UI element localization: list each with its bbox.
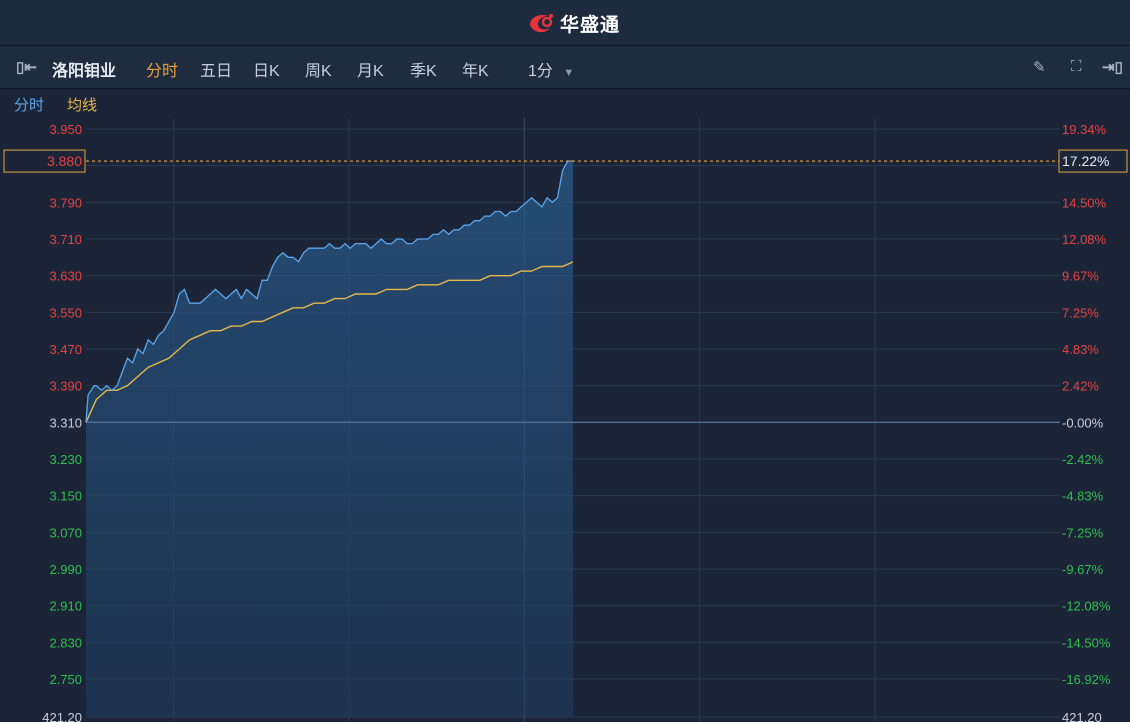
toolbar: ▯⇤ 洛阳钼业 分时 五日 日K 周K 月K 季K 年K 1分 ▼ ✎ ⛶ ⇥▯ bbox=[0, 46, 1130, 89]
tab-intraday[interactable]: 分时 bbox=[146, 57, 178, 81]
right-tick-label: -0.00% bbox=[1062, 415, 1104, 430]
right-tick-label: -2.42% bbox=[1062, 452, 1104, 467]
tab-weekly-k[interactable]: 周K bbox=[305, 57, 332, 81]
huashengtong-logo-icon bbox=[530, 14, 553, 33]
tab-quarterly-k[interactable]: 季K bbox=[410, 57, 437, 81]
price-line-label: 分时 bbox=[14, 97, 45, 114]
current-price-value: 3.880 bbox=[47, 153, 82, 169]
left-tick-label: 3.470 bbox=[49, 342, 82, 357]
chevron-down-icon: ▼ bbox=[563, 67, 575, 79]
left-tick-label: 2.830 bbox=[49, 635, 82, 650]
brand: 华盛通 bbox=[526, 9, 620, 37]
left-tick-label: 3.230 bbox=[49, 452, 82, 467]
right-tick-label: 2.42% bbox=[1062, 379, 1099, 394]
right-tick-label: 421.20 bbox=[1062, 710, 1102, 722]
left-tick-label: 3.150 bbox=[49, 489, 82, 504]
intraday-chart[interactable]: 3.950 3.790 3.710 3.630 3.550 3.470 3.390 3.310… bbox=[0, 118, 1130, 722]
right-tick-label: 19.34% bbox=[1062, 122, 1107, 137]
right-tick-label: 4.83% bbox=[1062, 342, 1099, 357]
right-tick-label: 9.67% bbox=[1062, 269, 1099, 284]
right-percent-axis: 19.34% 14.50% 12.08% 9.67% 7.25% 4.83% 2.42% -0… bbox=[1062, 122, 1111, 722]
right-tick-label: -16.92% bbox=[1062, 672, 1111, 687]
left-tick-label: 3.550 bbox=[49, 305, 82, 320]
collapse-panel-icon[interactable]: ▯⇤ bbox=[16, 58, 37, 76]
current-change-value: 17.22% bbox=[1062, 153, 1109, 169]
right-tick-label: -12.08% bbox=[1062, 599, 1111, 614]
interval-select[interactable]: 1分 ▼ bbox=[528, 57, 574, 81]
left-tick-label: 2.910 bbox=[49, 599, 82, 614]
left-tick-label: 3.790 bbox=[49, 195, 82, 210]
left-tick-label: 421.20 bbox=[42, 710, 82, 722]
right-tick-label: -7.25% bbox=[1062, 525, 1104, 540]
right-tick-label: 14.50% bbox=[1062, 195, 1107, 210]
right-tick-label: -9.67% bbox=[1062, 562, 1104, 577]
title-bar: 华盛通 bbox=[0, 0, 1130, 46]
right-tick-label: 12.08% bbox=[1062, 232, 1107, 247]
right-tick-label: -4.83% bbox=[1062, 489, 1104, 504]
left-price-axis: 3.950 3.790 3.710 3.630 3.550 3.470 3.390 3.310… bbox=[42, 122, 82, 722]
left-tick-label: 3.390 bbox=[49, 379, 82, 394]
indicator-bar: 分时 均线 bbox=[0, 89, 1130, 119]
left-tick-label: 2.990 bbox=[49, 562, 82, 577]
expand-panel-icon[interactable]: ⇥▯ bbox=[1102, 58, 1123, 76]
tab-five-day[interactable]: 五日 bbox=[200, 57, 232, 81]
interval-label: 1分 bbox=[528, 63, 553, 80]
brand-name: 华盛通 bbox=[560, 14, 621, 36]
stock-name[interactable]: 洛阳钼业 bbox=[52, 57, 116, 81]
left-tick-label: 3.070 bbox=[49, 525, 82, 540]
average-line-label: 均线 bbox=[67, 97, 98, 114]
right-tick-label: -14.50% bbox=[1062, 635, 1111, 650]
left-tick-label: 3.630 bbox=[49, 269, 82, 284]
fullscreen-icon[interactable]: ⛶ bbox=[1071, 58, 1082, 75]
left-tick-label: 3.950 bbox=[49, 122, 82, 137]
left-tick-label: 3.710 bbox=[49, 232, 82, 247]
tab-yearly-k[interactable]: 年K bbox=[462, 57, 489, 81]
left-tick-label: 3.310 bbox=[49, 415, 82, 430]
right-tick-label: 7.25% bbox=[1062, 305, 1099, 320]
tab-daily-k[interactable]: 日K bbox=[253, 57, 280, 81]
left-tick-label: 2.750 bbox=[49, 672, 82, 687]
pencil-icon[interactable]: ✎ bbox=[1033, 58, 1046, 76]
tab-monthly-k[interactable]: 月K bbox=[357, 57, 384, 81]
